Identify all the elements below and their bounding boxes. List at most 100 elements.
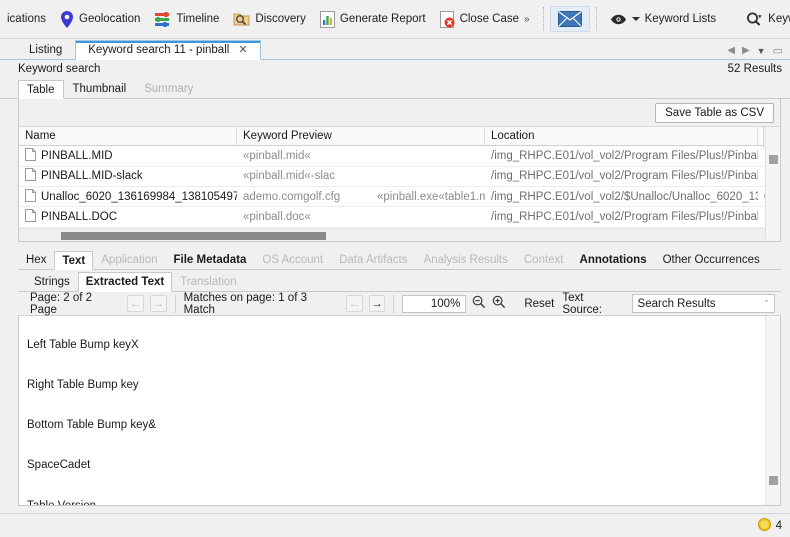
map-pin-icon (60, 10, 74, 28)
toolbar-separator (595, 7, 597, 31)
file-icon (25, 188, 36, 205)
column-header-keyword-preview[interactable]: Keyword Preview (237, 127, 485, 146)
scrollbar-thumb[interactable] (769, 155, 778, 164)
zoom-level-display: 100% (402, 294, 467, 313)
toolbar-item-label: Close Case (459, 13, 520, 25)
tab-context: Context (516, 250, 572, 269)
scrollbar-thumb[interactable] (61, 231, 326, 240)
cell-name: PINBALL.MID (19, 146, 237, 165)
tab-listing[interactable]: Listing (16, 39, 76, 59)
tab-file-metadata[interactable]: File Metadata (166, 250, 255, 269)
cell-location: /img_RHPC.E01/vol_vol2/Program Files/Plu… (485, 146, 758, 165)
keyword-search-button[interactable]: Keyword Search (739, 4, 790, 34)
cell-text: /img_RHPC.E01/vol_vol2/Program Files/Plu… (491, 150, 758, 163)
tab-extracted-text[interactable]: Extracted Text (77, 272, 173, 292)
cell-text: PINBALL.DOC (41, 211, 118, 224)
tab-annotations[interactable]: Annotations (572, 250, 655, 269)
cell-name: Unalloc_6020_136169984_1381054976 (19, 187, 237, 206)
status-bar: 4 (0, 513, 790, 537)
maximize-icon[interactable]: ▭ (773, 44, 783, 57)
tab-scroll-left-icon[interactable]: ◀ (727, 45, 735, 56)
tab-other-occurrences[interactable]: Other Occurrences (655, 250, 768, 269)
table-horizontal-scrollbar[interactable] (19, 227, 780, 241)
matches-label: Matches on page: 1 of 3 Match (183, 291, 307, 316)
column-header-name[interactable]: Name (19, 127, 237, 146)
toolbar-item-communications[interactable]: ications (0, 4, 53, 34)
chevron-down-icon: ˇ (765, 298, 768, 309)
tab-label: Application (101, 254, 158, 266)
tab-label: Hex (26, 254, 47, 266)
tab-keyword-search-11-pinball[interactable]: Keyword search 11 - pinball ✕ (75, 40, 261, 60)
zoom-out-icon[interactable] (472, 295, 486, 312)
keyword-lists-button[interactable]: Keyword Lists (603, 4, 724, 34)
column-header-location[interactable]: Location (485, 127, 758, 146)
toolbar-item-label: ications (7, 13, 46, 25)
tab-thumbnail[interactable]: Thumbnail (64, 79, 136, 98)
text-line: SpaceCadet (27, 459, 91, 472)
save-table-as-csv-button[interactable]: Save Table as CSV (655, 102, 774, 123)
toolbar-item-close-case[interactable]: Close Case » (433, 4, 537, 34)
toolbar-item-label: Timeline (176, 13, 220, 25)
text-source-select[interactable]: Search Results ˇ (631, 294, 775, 313)
file-icon (25, 168, 36, 184)
column-label: Keyword Preview (243, 130, 332, 143)
close-icon[interactable]: ✕ (238, 44, 247, 56)
keyword-lists-label: Keyword Lists (644, 13, 717, 25)
column-label: Name (25, 130, 56, 143)
results-table-panel: Save Table as CSV Name Keyword Preview L… (18, 99, 781, 242)
tab-strings[interactable]: Strings (26, 271, 78, 291)
tab-label: Listing (29, 43, 63, 56)
next-page-button[interactable]: → (149, 295, 167, 312)
results-count: 52 Results (727, 63, 782, 75)
text-lines: Left Table Bump keyX Right Table Bump ke… (19, 316, 780, 506)
scrollbar-thumb[interactable] (769, 476, 778, 485)
toolbar-item-discovery[interactable]: Discovery (226, 4, 312, 34)
previous-page-button[interactable]: ← (126, 295, 144, 312)
tab-scroll-right-icon[interactable]: ▶ (742, 45, 750, 56)
tab-label: Annotations (579, 254, 647, 266)
eye-icon (610, 14, 627, 25)
extracted-text-area[interactable]: Left Table Bump keyX Right Table Bump ke… (18, 316, 781, 506)
results-header: Keyword search 52 Results (0, 60, 790, 78)
toolbar-item-generate-report[interactable]: Generate Report (313, 4, 433, 34)
table-row[interactable]: Unalloc_6020_136169984_1381054976 ademo.… (19, 187, 780, 208)
previous-match-button[interactable]: ← (345, 295, 363, 312)
table-row[interactable]: PINBALL.DOC «pinball.doc« /img_RHPC.E01/… (19, 207, 780, 228)
tab-label: Extracted Text (85, 276, 165, 288)
text-source-value: Search Results (637, 297, 716, 310)
toolbar-item-timeline[interactable]: Timeline (147, 4, 226, 34)
cell-text: «pinball.mid«-slac (243, 170, 336, 183)
table-row[interactable]: PINBALL.MID «pinball.mid« /img_RHPC.E01/… (19, 146, 780, 167)
status-indicator-group[interactable]: 4 (757, 517, 782, 534)
toolbar-item-geolocation[interactable]: Geolocation (53, 4, 147, 34)
cell-name: PINBALL.DOC (19, 207, 237, 226)
table-row[interactable]: PINBALL.MID-slack «pinball.mid«-slac /im… (19, 167, 780, 188)
reset-button[interactable]: Reset (524, 298, 554, 310)
text-viewer-sub-tabs: Strings Extracted Text Translation (18, 270, 781, 292)
text-vertical-scrollbar[interactable] (765, 316, 780, 505)
cell-text: /img_RHPC.E01/vol_vol2/$Unalloc/Unalloc_… (491, 190, 758, 203)
tab-text[interactable]: Text (54, 251, 94, 270)
table-vertical-scrollbar[interactable] (765, 127, 780, 241)
next-match-button[interactable]: → (368, 295, 386, 312)
tab-hex[interactable]: Hex (18, 250, 54, 269)
text-viewer-navigation-bar: Page: 2 of 2 Page ← → Matches on page: 1… (18, 292, 781, 316)
tab-data-artifacts: Data Artifacts (331, 250, 415, 269)
chevron-down-icon[interactable] (631, 16, 640, 22)
tab-application: Application (93, 250, 165, 269)
text-source-label: Text Source: (562, 291, 603, 316)
text-line: Table Version (27, 499, 97, 506)
cell-text: Unalloc_6020_136169984_1381054976 (41, 190, 237, 203)
cell-text: «pinball.doc« (243, 211, 311, 224)
tab-list-dropdown-icon[interactable]: ▼ (757, 46, 766, 56)
chevron-down-icon[interactable]: » (524, 14, 530, 25)
tab-label: Table (27, 83, 55, 96)
toolbar-item-label: Generate Report (339, 13, 426, 25)
content-viewer-tabs: Hex Text Application File Metadata OS Ac… (18, 249, 781, 270)
cell-location: /img_RHPC.E01/vol_vol2/Program Files/Plu… (485, 207, 758, 226)
tab-table[interactable]: Table (18, 80, 64, 99)
zoom-in-icon[interactable] (492, 295, 506, 312)
result-view-tabs: Table Thumbnail Summary (0, 78, 790, 99)
mail-button[interactable] (549, 6, 590, 32)
close-case-icon (439, 10, 455, 28)
